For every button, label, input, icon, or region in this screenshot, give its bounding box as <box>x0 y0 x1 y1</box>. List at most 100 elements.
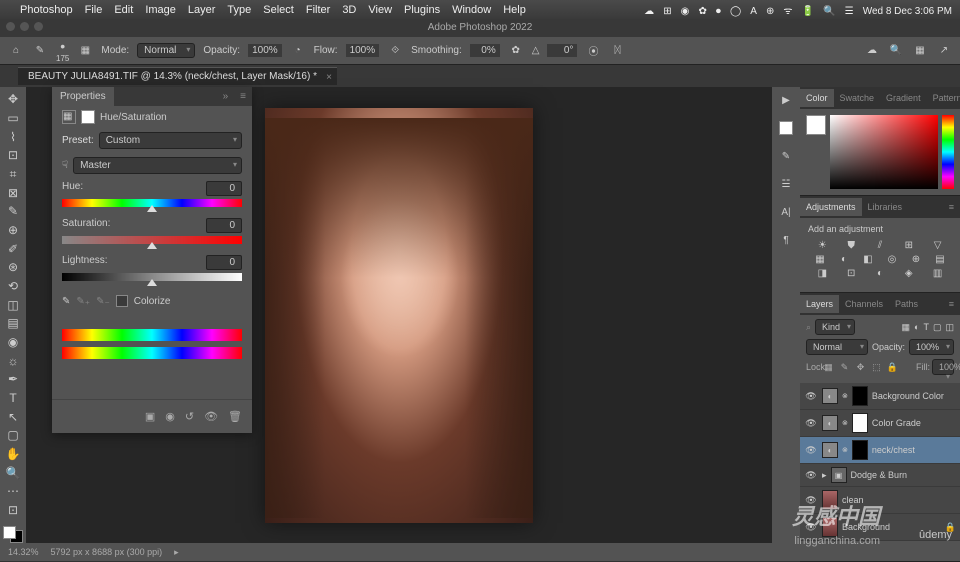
layer-blend-select[interactable]: Normal <box>806 339 868 355</box>
targeted-tool-icon[interactable]: ☟ <box>62 160 68 171</box>
char-panel-icon[interactable]: A| <box>777 203 795 221</box>
selection-tool[interactable]: ⊡ <box>3 147 23 164</box>
menu-view[interactable]: View <box>368 4 392 16</box>
panel-menu-icon[interactable]: ≡ <box>234 87 252 106</box>
color-swatches[interactable] <box>3 526 23 543</box>
zoom-level[interactable]: 14.32% <box>8 547 39 557</box>
frame-tool[interactable]: ⊠ <box>3 184 23 201</box>
brush-tool[interactable]: ✐ <box>3 240 23 257</box>
properties-tab[interactable]: Properties <box>52 87 114 106</box>
filter-adj-icon[interactable]: ◐ <box>914 322 919 332</box>
menu-help[interactable]: Help <box>503 4 526 16</box>
crop-tool[interactable]: ⌗ <box>3 166 23 183</box>
channel-select[interactable]: Master <box>73 157 242 174</box>
edit-toolbar[interactable]: ⊡ <box>3 502 23 519</box>
menu-file[interactable]: File <box>85 4 103 16</box>
tab-channels[interactable]: Channels <box>839 295 889 313</box>
prev-icon[interactable]: ◉ <box>165 410 175 423</box>
adj-selcolor-icon[interactable]: ◈ <box>902 268 916 279</box>
lightness-value[interactable]: 0 <box>206 255 242 270</box>
visibility-toggle[interactable]: 👁 <box>804 495 818 506</box>
blend-mode-select[interactable]: Normal <box>137 43 195 58</box>
tab-paths[interactable]: Paths <box>889 295 924 313</box>
menu-image[interactable]: Image <box>145 4 176 16</box>
angle-value[interactable]: 0° <box>547 44 577 57</box>
menu-3d[interactable]: 3D <box>342 4 356 16</box>
saturation-value[interactable]: 0 <box>206 218 242 233</box>
lock-trans-icon[interactable]: ▦ <box>822 362 835 373</box>
hue-column[interactable] <box>942 115 954 189</box>
search-icon[interactable]: 🔍 <box>888 43 904 59</box>
brush-settings-icon[interactable]: ▦ <box>77 43 93 59</box>
tab-color[interactable]: Color <box>800 89 834 107</box>
reset-icon[interactable]: ↺ <box>185 410 194 423</box>
mask-thumb[interactable] <box>852 386 868 406</box>
adj-exposure-icon[interactable]: ⊞ <box>902 240 916 251</box>
menu-window[interactable]: Window <box>452 4 491 16</box>
smoothing-gear-icon[interactable]: ✿ <box>508 43 524 59</box>
layer-row[interactable]: 👁 clean <box>800 487 960 514</box>
menu-photoshop[interactable]: Photoshop <box>20 4 73 16</box>
hue-value[interactable]: 0 <box>206 181 242 196</box>
lasso-tool[interactable]: ⌇ <box>3 128 23 145</box>
traffic-close[interactable] <box>6 22 15 31</box>
doc-dimensions[interactable]: 5792 px x 8688 px (300 ppi) <box>51 547 163 557</box>
brush-size[interactable]: 175 <box>56 54 69 63</box>
move-tool[interactable]: ✥ <box>3 91 23 108</box>
stamp-tool[interactable]: ⊛ <box>3 259 23 276</box>
layer-name[interactable]: Background <box>842 522 941 532</box>
pressure-size-icon[interactable]: ⦿ <box>585 43 601 59</box>
fill-value[interactable]: 100% <box>932 359 954 375</box>
tab-layers[interactable]: Layers <box>800 295 839 313</box>
adj-hsl-icon[interactable]: ▦ <box>813 254 827 265</box>
panel-menu-icon[interactable]: ≡ <box>943 202 960 212</box>
image-thumb[interactable] <box>822 517 838 537</box>
filter-kind-select[interactable]: Kind <box>815 319 855 335</box>
menu-layer[interactable]: Layer <box>188 4 216 16</box>
pressure-opacity-icon[interactable]: ◔ <box>290 43 306 59</box>
menu-plugins[interactable]: Plugins <box>404 4 440 16</box>
adj-posterize-icon[interactable]: ⊡ <box>844 268 858 279</box>
status-icon[interactable]: ◉ <box>681 6 690 17</box>
smoothing-value[interactable]: 0% <box>470 44 500 57</box>
tab-swatches[interactable]: Swatche <box>834 89 881 107</box>
dodge-tool[interactable]: ☼ <box>3 352 23 369</box>
traffic-max[interactable] <box>34 22 43 31</box>
group-toggle-icon[interactable]: ▸ <box>822 470 827 481</box>
layer-opacity-value[interactable]: 100% <box>909 339 954 355</box>
tab-adjustments[interactable]: Adjustments <box>800 198 862 216</box>
layer-row-selected[interactable]: 👁 ◐⊗ neck/chest <box>800 437 960 464</box>
controlcenter-icon[interactable]: ☰ <box>845 6 854 17</box>
mask-thumb[interactable] <box>852 440 868 460</box>
status-arrow-icon[interactable]: ▸ <box>174 547 179 558</box>
home-icon[interactable]: ⌂ <box>8 43 24 59</box>
saturation-slider[interactable] <box>62 236 242 244</box>
lock-pos-icon[interactable]: ✥ <box>854 362 867 373</box>
workspace-icon[interactable]: ▦ <box>912 43 928 59</box>
cloud-docs-icon[interactable]: ☁ <box>864 43 880 59</box>
more-tools[interactable]: ⋯ <box>3 483 23 500</box>
delete-icon[interactable]: 🗑 <box>228 410 242 423</box>
heal-tool[interactable]: ⊕ <box>3 222 23 239</box>
menu-edit[interactable]: Edit <box>114 4 133 16</box>
panel-menu-icon[interactable]: ≡ <box>943 299 960 309</box>
traffic-min[interactable] <box>20 22 29 31</box>
tab-libraries[interactable]: Libraries <box>862 198 909 216</box>
panel-collapse-icon[interactable]: » <box>217 87 235 106</box>
adj-photofilter-icon[interactable]: ◎ <box>885 254 899 265</box>
eyedropper-plus-icon[interactable]: ✎₊ <box>76 296 90 307</box>
visibility-toggle[interactable]: 👁 <box>804 522 818 533</box>
battery-icon[interactable]: 🔋 <box>802 6 814 17</box>
visibility-toggle[interactable]: 👁 <box>804 470 818 481</box>
brush-panel-icon[interactable]: ✎ <box>777 147 795 165</box>
eyedropper-icon[interactable]: ✎ <box>62 296 70 307</box>
colorize-checkbox[interactable] <box>116 295 128 307</box>
adj-levels-icon[interactable]: ⛊ <box>844 240 858 251</box>
marquee-tool[interactable]: ▭ <box>3 110 23 127</box>
opacity-value[interactable]: 100% <box>248 44 282 57</box>
wifi-icon[interactable]: ᯤ <box>783 6 792 17</box>
path-tool[interactable]: ↖ <box>3 408 23 425</box>
tab-patterns[interactable]: Patterns <box>927 89 960 107</box>
status-icon[interactable]: ✿ <box>698 6 706 17</box>
canvas-area[interactable]: Properties » ≡ ▦ Hue/Saturation Preset: … <box>26 87 772 543</box>
